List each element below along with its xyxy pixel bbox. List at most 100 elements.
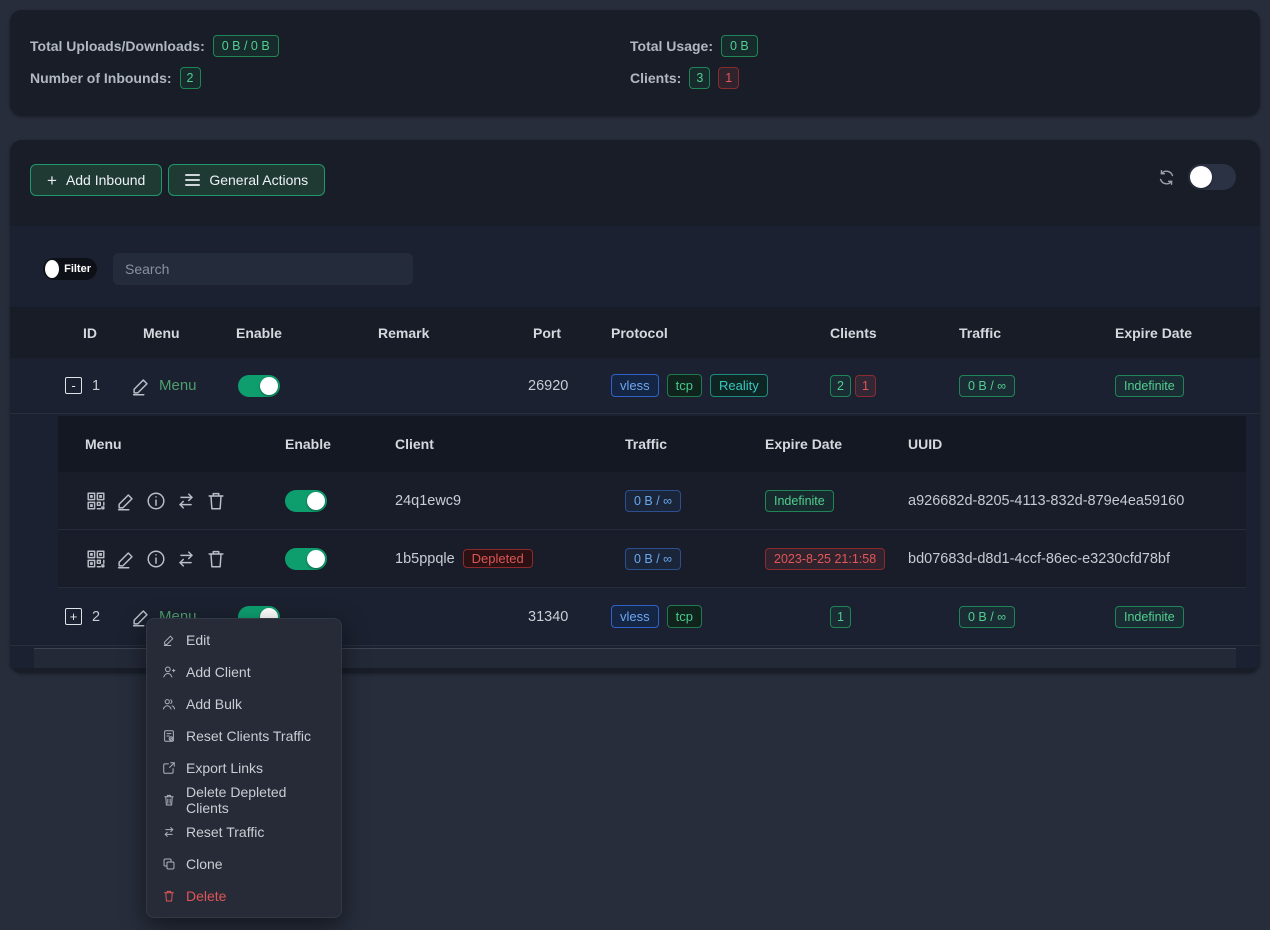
qr-code-icon[interactable] (85, 490, 107, 512)
traffic-badge: 0 B / ∞ (959, 375, 1015, 397)
plus-icon: + (47, 172, 57, 189)
qr-code-icon[interactable] (85, 548, 107, 570)
col-header-client-uuid: UUID (908, 436, 1246, 452)
col-header-id: ID (40, 325, 130, 341)
inbound-id: 1 (92, 378, 100, 394)
clients-depleted-badge: 1 (718, 67, 739, 89)
dark-mode-toggle[interactable] (1188, 164, 1236, 190)
protocol-tag-vless: vless (611, 605, 659, 628)
inbounds-label: Number of Inbounds: (30, 70, 172, 86)
refresh-icon[interactable] (1157, 168, 1176, 187)
inbounds-panel: + Add Inbound General Actions Filter (10, 140, 1260, 673)
clients-active-badge: 3 (689, 67, 710, 89)
trash-icon[interactable] (205, 548, 227, 570)
menu-item-label: Export Links (186, 760, 263, 776)
add-inbound-button[interactable]: + Add Inbound (30, 164, 162, 196)
general-actions-button[interactable]: General Actions (168, 164, 325, 196)
col-header-traffic: Traffic (959, 325, 1115, 341)
menu-item-edit[interactable]: Edit (147, 624, 341, 656)
edit-pencil-icon (162, 633, 176, 647)
col-header-protocol: Protocol (611, 325, 830, 341)
reset-traffic-icon[interactable] (175, 548, 197, 570)
usage-label: Total Usage: (630, 38, 713, 54)
stats-card: Total Uploads/Downloads: 0 B / 0 B Total… (10, 10, 1260, 116)
toggle-knob (1190, 166, 1212, 188)
col-header-enable: Enable (226, 325, 368, 341)
expire-badge: Indefinite (1115, 606, 1184, 628)
expand-row-button[interactable]: + (65, 608, 82, 625)
toggle-knob (307, 550, 325, 568)
protocol-tag-tcp: tcp (667, 605, 702, 628)
client-row-1: 24q1ewc9 0 B / ∞ Indefinite a926682d-820… (58, 472, 1246, 530)
inbounds-table-header: ID Menu Enable Remark Port Protocol Clie… (10, 307, 1260, 358)
collapse-row-button[interactable]: - (65, 377, 82, 394)
inbound-menu-label: Menu (159, 377, 197, 394)
filter-toggle[interactable]: Filter (43, 258, 97, 280)
add-inbound-label: Add Inbound (66, 172, 145, 188)
col-header-client-enable: Enable (285, 436, 395, 452)
menu-item-reset-traffic[interactable]: Reset Traffic (147, 816, 341, 848)
protocol-tag-tcp: tcp (667, 374, 702, 397)
menu-item-add-client[interactable]: Add Client (147, 656, 341, 688)
file-reset-icon (162, 729, 176, 743)
client-enable-toggle[interactable] (285, 490, 327, 512)
filter-row: Filter (10, 253, 1260, 285)
edit-pencil-icon[interactable] (115, 548, 137, 570)
delete-clients-icon (162, 793, 176, 807)
col-header-client-name: Client (395, 436, 625, 452)
client-expire-badge: 2023-8-25 21:1:58 (765, 548, 885, 570)
menu-item-label: Reset Clients Traffic (186, 728, 311, 744)
filter-label: Filter (64, 263, 95, 275)
stat-inbounds-count: Number of Inbounds: 2 (30, 62, 630, 94)
menu-item-label: Add Bulk (186, 696, 242, 712)
clients-depleted-badge: 1 (855, 375, 876, 397)
reset-traffic-icon (162, 825, 176, 839)
trash-icon[interactable] (205, 490, 227, 512)
client-traffic-badge: 0 B / ∞ (625, 548, 681, 570)
menu-item-label: Reset Traffic (186, 824, 264, 840)
clients-active-badge: 2 (830, 375, 851, 397)
menu-item-delete-depleted-clients[interactable]: Delete Depleted Clients (147, 784, 341, 816)
inbound-enable-toggle[interactable] (238, 375, 280, 397)
protocol-tag-reality: Reality (710, 374, 768, 397)
client-enable-toggle[interactable] (285, 548, 327, 570)
usage-value-badge: 0 B (721, 35, 758, 57)
menu-item-label: Delete (186, 888, 226, 904)
client-uuid: a926682d-8205-4113-832d-879e4ea59160 (908, 493, 1246, 509)
clone-icon (162, 857, 176, 871)
client-expire-badge: Indefinite (765, 490, 834, 512)
col-header-remark: Remark (368, 325, 523, 341)
inbounds-value-badge: 2 (180, 67, 201, 89)
trash-icon (162, 889, 176, 903)
general-actions-label: General Actions (209, 172, 308, 188)
inbound-port: 31340 (523, 609, 611, 625)
hamburger-icon (185, 174, 200, 186)
client-traffic-badge: 0 B / ∞ (625, 490, 681, 512)
edit-pencil-icon[interactable] (115, 490, 137, 512)
info-icon[interactable] (145, 548, 167, 570)
client-name: 1b5ppqle (395, 551, 455, 567)
menu-item-label: Edit (186, 632, 210, 648)
menu-item-export-links[interactable]: Export Links (147, 752, 341, 784)
inbound-row-1: - 1 Menu 26920 vless tcp Reality 2 1 0 B (10, 358, 1260, 414)
inbound-context-menu: Edit Add Client Add Bulk Reset Clients T… (146, 618, 342, 918)
clients-label: Clients: (630, 70, 681, 86)
clients-active-badge: 1 (830, 606, 851, 628)
col-header-expire: Expire Date (1115, 325, 1230, 341)
client-row-2: 1b5ppqle Depleted 0 B / ∞ 2023-8-25 21:1… (58, 530, 1246, 588)
menu-item-clone[interactable]: Clone (147, 848, 341, 880)
inbound-id: 2 (92, 609, 100, 625)
inbound-menu-trigger[interactable]: Menu (130, 375, 226, 397)
menu-item-delete[interactable]: Delete (147, 880, 341, 912)
uploads-value-badge: 0 B / 0 B (213, 35, 279, 57)
stat-uploads-downloads: Total Uploads/Downloads: 0 B / 0 B (30, 30, 630, 62)
reset-traffic-icon[interactable] (175, 490, 197, 512)
col-header-port: Port (523, 325, 611, 341)
menu-item-add-bulk[interactable]: Add Bulk (147, 688, 341, 720)
search-input[interactable] (113, 253, 413, 285)
toolbar: + Add Inbound General Actions (10, 140, 1260, 210)
col-header-client-menu: Menu (58, 436, 285, 452)
info-icon[interactable] (145, 490, 167, 512)
col-header-menu: Menu (130, 325, 226, 341)
menu-item-reset-clients-traffic[interactable]: Reset Clients Traffic (147, 720, 341, 752)
